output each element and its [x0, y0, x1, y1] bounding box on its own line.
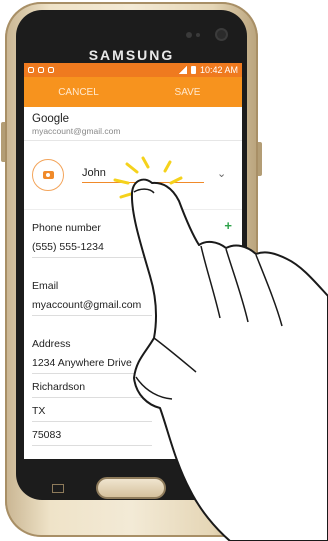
hand-pointer-icon [130, 178, 328, 541]
